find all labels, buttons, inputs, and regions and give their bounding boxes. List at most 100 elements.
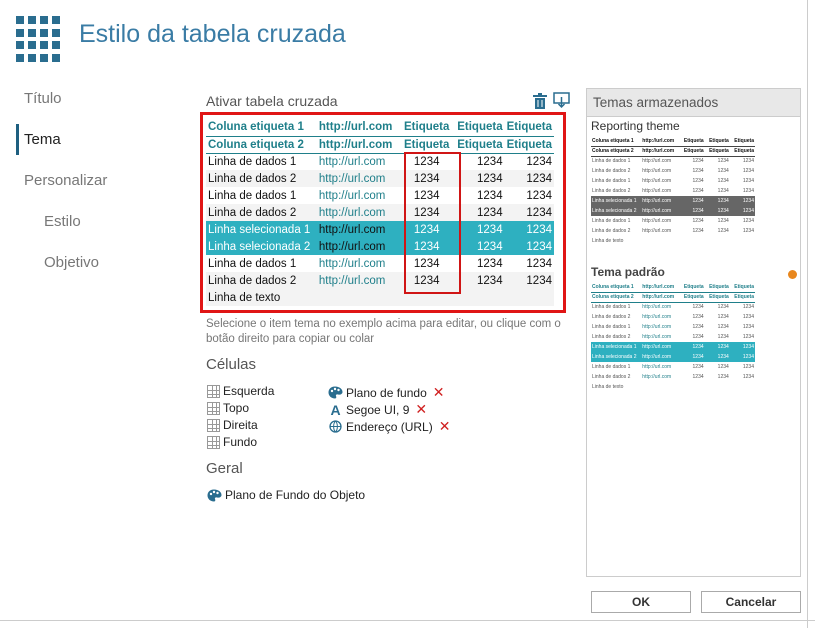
cell: http://url.com: [641, 136, 679, 146]
table-row: Linha selecionada 1http://url.com1234123…: [591, 342, 755, 352]
cell: 1234: [730, 312, 755, 322]
cell: 1234: [680, 206, 705, 216]
border-grid-icon: [207, 385, 220, 398]
cell: Linha de dados 2: [591, 226, 641, 236]
cell: 1234: [705, 342, 730, 352]
active-check-icon: [788, 270, 797, 279]
cell: Linha de dados 1: [591, 156, 641, 166]
window-right-edge: [807, 0, 815, 628]
cell: [680, 382, 705, 392]
cell: 1234: [730, 216, 755, 226]
cell: 1234: [705, 352, 730, 362]
cell: http://url.com: [641, 196, 679, 206]
cell: 1234: [730, 186, 755, 196]
cell: Coluna etiqueta 1: [591, 136, 641, 146]
cell: 1234: [680, 186, 705, 196]
cell: Linha de dados 1: [591, 176, 641, 186]
border-grid-icon: [207, 436, 220, 449]
cell: 1234: [730, 156, 755, 166]
remove-icon[interactable]: ✕: [433, 384, 445, 401]
cell: 1234: [680, 362, 705, 372]
theme-name[interactable]: Reporting theme: [591, 119, 680, 133]
cell: Etiqueta: [705, 136, 730, 146]
cell: http://url.com: [641, 146, 679, 156]
background-option[interactable]: Plano de fundo ✕: [328, 384, 444, 401]
cell: 1234: [705, 206, 730, 216]
crosstab-highlight-box: [200, 112, 566, 313]
nav-item-estilo[interactable]: Estilo: [44, 213, 81, 230]
cell: 1234: [730, 332, 755, 342]
ok-button[interactable]: OK: [591, 591, 691, 613]
cell: Linha de dados 2: [591, 312, 641, 322]
cell: http://url.com: [641, 156, 679, 166]
cell: Linha de texto: [591, 382, 641, 392]
cell: 1234: [705, 156, 730, 166]
option-label: Fundo: [223, 435, 257, 449]
cell: http://url.com: [641, 216, 679, 226]
table-row: Linha de dados 2http://url.com1234123412…: [591, 372, 755, 382]
palette-icon: [328, 386, 343, 399]
cell: [730, 382, 755, 392]
cell: Etiqueta: [705, 282, 730, 292]
cell: http://url.com: [641, 176, 679, 186]
general-section-title: Geral: [206, 460, 243, 477]
cell: 1234: [730, 176, 755, 186]
cell: 1234: [730, 206, 755, 216]
cell: Etiqueta: [680, 146, 705, 156]
cell: Linha de dados 1: [591, 322, 641, 332]
remove-icon[interactable]: ✕: [439, 418, 451, 435]
cell: Etiqueta: [705, 146, 730, 156]
theme-preview-default[interactable]: Coluna etiqueta 1http://url.comEtiquetaE…: [591, 282, 755, 392]
cell: http://url.com: [641, 226, 679, 236]
nav-active-indicator: [16, 124, 19, 155]
cell: Linha de dados 2: [591, 372, 641, 382]
table-row: Linha de dados 2http://url.com1234123412…: [591, 226, 755, 236]
url-option[interactable]: Endereço (URL) ✕: [328, 418, 450, 435]
object-background-option[interactable]: Plano de Fundo do Objeto: [207, 488, 365, 502]
theme-name[interactable]: Tema padrão: [591, 265, 665, 279]
cell: http://url.com: [641, 352, 679, 362]
table-row: Coluna etiqueta 1http://url.comEtiquetaE…: [591, 136, 755, 146]
cell: 1234: [705, 166, 730, 176]
nav-item-objetivo[interactable]: Objetivo: [44, 254, 99, 271]
table-row: Linha selecionada 2http://url.com1234123…: [591, 352, 755, 362]
remove-icon[interactable]: ✕: [415, 401, 427, 418]
cancel-button[interactable]: Cancelar: [701, 591, 801, 613]
table-row: Linha de dados 2http://url.com1234123412…: [591, 332, 755, 342]
link-icon: [328, 420, 343, 433]
border-top-option[interactable]: Topo: [207, 401, 249, 415]
cell: Linha selecionada 1: [591, 196, 641, 206]
font-option[interactable]: A Segoe UI, 9 ✕: [328, 401, 427, 418]
cell: http://url.com: [641, 186, 679, 196]
cell: 1234: [705, 216, 730, 226]
border-left-option[interactable]: Esquerda: [207, 384, 274, 398]
border-bottom-option[interactable]: Fundo: [207, 435, 257, 449]
option-label: Segoe UI, 9: [346, 403, 409, 417]
cell: 1234: [680, 352, 705, 362]
theme-preview-reporting[interactable]: Coluna etiqueta 1http://url.comEtiquetaE…: [591, 136, 755, 246]
nav-item-tema[interactable]: Tema: [24, 131, 61, 148]
cell: http://url.com: [641, 282, 679, 292]
border-right-option[interactable]: Direita: [207, 418, 258, 432]
delete-icon[interactable]: [533, 93, 547, 109]
option-label: Topo: [223, 401, 249, 415]
nav-item-titulo[interactable]: Título: [24, 90, 62, 107]
table-row: Coluna etiqueta 1http://url.comEtiquetaE…: [591, 282, 755, 292]
cell: [705, 236, 730, 246]
cell: Etiqueta: [730, 292, 755, 302]
column-highlight-box: [404, 152, 461, 294]
dialog-title: Estilo da tabela cruzada: [79, 20, 346, 49]
cell: 1234: [680, 226, 705, 236]
cell: http://url.com: [641, 302, 679, 312]
cell: 1234: [680, 372, 705, 382]
help-text: Selecione o item tema no exemplo acima p…: [206, 317, 572, 347]
palette-icon: [207, 489, 222, 502]
cell: [641, 382, 679, 392]
table-row: Coluna etiqueta 2http://url.comEtiquetaE…: [591, 292, 755, 302]
table-row: Coluna etiqueta 2http://url.comEtiquetaE…: [591, 146, 755, 156]
cell: 1234: [730, 166, 755, 176]
table-row: Linha selecionada 2http://url.com1234123…: [591, 206, 755, 216]
export-icon[interactable]: [553, 92, 570, 109]
cell: [730, 236, 755, 246]
nav-item-personalizar[interactable]: Personalizar: [24, 172, 107, 189]
